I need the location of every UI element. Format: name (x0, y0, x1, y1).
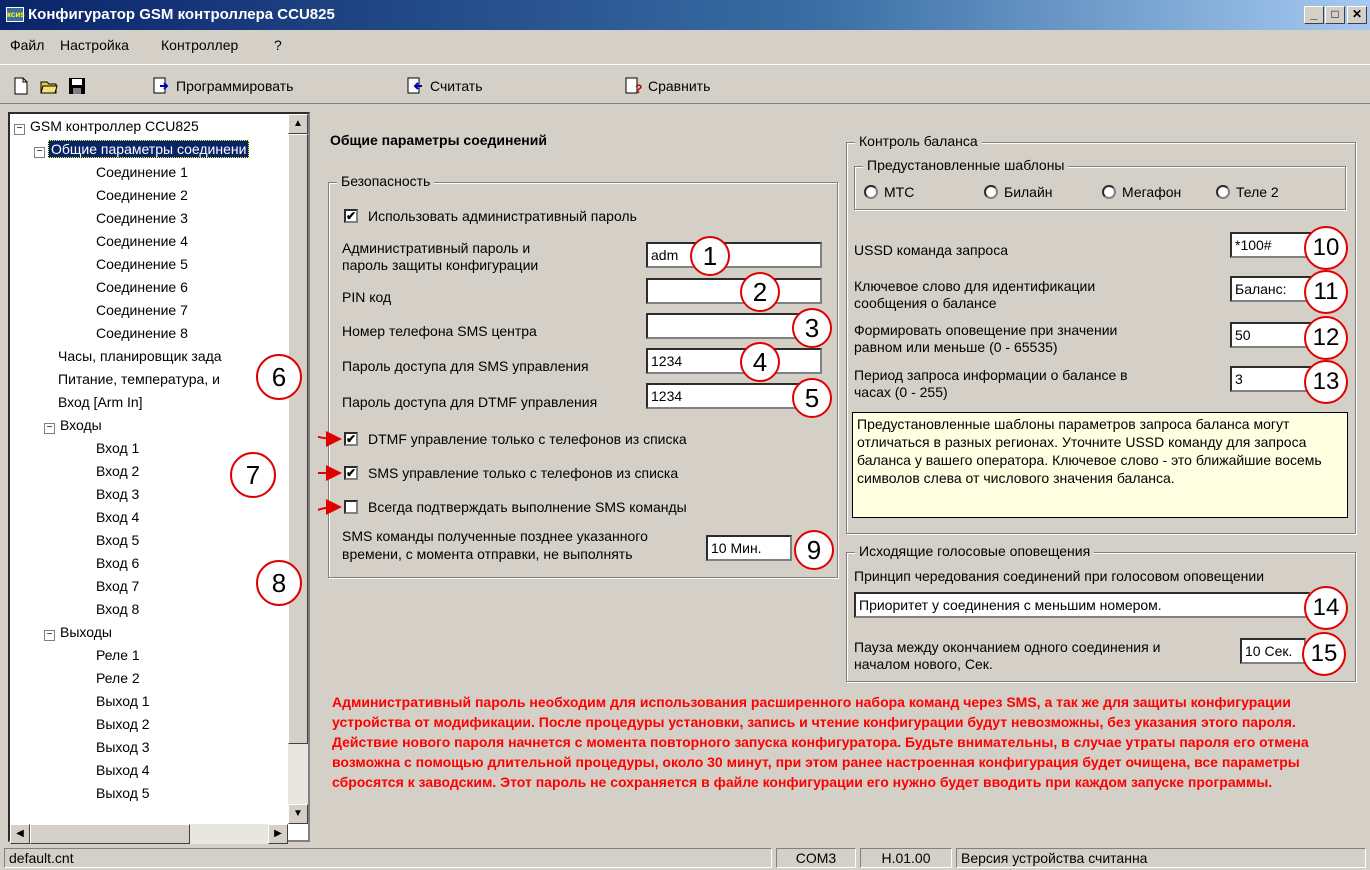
title-bar: ксиs Конфигуратор GSM контроллера CCU825… (0, 0, 1370, 30)
arrow-6 (318, 430, 342, 447)
menu-help[interactable]: ? (274, 37, 282, 53)
badge-11: 11 (1304, 270, 1348, 314)
tree-item-connection[interactable]: Соединение 2 (96, 185, 188, 207)
tree-item-output[interactable]: Выход 5 (96, 783, 150, 805)
badge-2: 2 (740, 272, 780, 312)
tree-item-connection[interactable]: Соединение 5 (96, 254, 188, 276)
tree-item-connection[interactable]: Соединение 7 (96, 300, 188, 322)
tree-item-input[interactable]: Вход 4 (96, 507, 139, 529)
scroll-thumb-horizontal[interactable] (30, 824, 190, 844)
tree-item-output[interactable]: Выход 2 (96, 714, 150, 736)
tree-item-input[interactable]: Вход 8 (96, 599, 139, 621)
scroll-up-icon[interactable]: ▲ (288, 114, 308, 134)
badge-14: 14 (1304, 586, 1348, 630)
badge-6: 6 (256, 354, 302, 400)
tree-item-output[interactable]: Реле 1 (96, 645, 140, 667)
tree-item-outputs[interactable]: − Выходы (44, 622, 114, 644)
status-version: H.01.00 (860, 848, 952, 868)
tree-item-connection[interactable]: Соединение 3 (96, 208, 188, 230)
status-port: COM3 (776, 848, 856, 868)
compare-label: Сравнить (648, 78, 711, 94)
tree-item-input[interactable]: Вход 3 (96, 484, 139, 506)
badge-5: 5 (792, 378, 832, 418)
maximize-button[interactable]: □ (1325, 6, 1345, 24)
tree-item-input[interactable]: Вход 7 (96, 576, 139, 598)
badge-1: 1 (690, 236, 730, 276)
scroll-thumb[interactable] (288, 134, 308, 744)
save-icon[interactable] (68, 77, 86, 95)
tree-item-root[interactable]: − GSM контроллер CCU825 (14, 116, 201, 138)
tree-horizontal-scrollbar[interactable]: ◀ ▶ (10, 824, 288, 844)
tree-item-arm-in[interactable]: Вход [Arm In] (58, 392, 143, 414)
new-file-icon[interactable] (12, 77, 30, 95)
toolbar: Программировать Считать ? Сравнить (0, 64, 1370, 104)
tree-item-output[interactable]: Выход 4 (96, 760, 150, 782)
svg-text:?: ? (635, 82, 642, 95)
window-title: Конфигуратор GSM контроллера CCU825 (28, 6, 335, 23)
badge-10: 10 (1304, 226, 1348, 270)
main-panel: Общие параметры соединений Безопасность … (318, 112, 1363, 842)
tree-item-connection[interactable]: Соединение 6 (96, 277, 188, 299)
badge-4: 4 (740, 342, 780, 382)
scroll-left-icon[interactable]: ◀ (10, 824, 30, 844)
badge-15: 15 (1302, 632, 1346, 676)
menu-file[interactable]: Файл (10, 37, 44, 53)
status-bar: default.cnt COM3 H.01.00 Версия устройст… (0, 846, 1370, 870)
tree-item-power[interactable]: Питание, температура, и (58, 369, 220, 391)
program-button[interactable]: Программировать (152, 75, 293, 97)
tree-item-input[interactable]: Вход 2 (96, 461, 139, 483)
tree-item-input[interactable]: Вход 5 (96, 530, 139, 552)
badge-13: 13 (1304, 360, 1348, 404)
status-file: default.cnt (4, 848, 772, 868)
menu-controller[interactable]: Контроллер (161, 37, 238, 53)
tree-item-inputs[interactable]: − Входы (44, 415, 104, 437)
collapse-icon[interactable]: − (14, 124, 25, 135)
tree-item-input[interactable]: Вход 6 (96, 553, 139, 575)
tree-item-connection[interactable]: Соединение 8 (96, 323, 188, 345)
program-icon (153, 77, 169, 94)
program-label: Программировать (176, 78, 294, 94)
tree-item-output[interactable]: Реле 2 (96, 668, 140, 690)
arrow-8 (318, 499, 342, 516)
tree-vertical-scrollbar[interactable]: ▲ ▼ (288, 114, 308, 824)
badge-8: 8 (256, 560, 302, 606)
tree-item-output[interactable]: Выход 1 (96, 691, 150, 713)
tree-item-connection[interactable]: Соединение 4 (96, 231, 188, 253)
close-button[interactable]: ✕ (1347, 6, 1367, 24)
status-message: Версия устройства считанна (956, 848, 1366, 868)
read-button[interactable]: Считать (406, 75, 483, 97)
badge-12: 12 (1304, 316, 1348, 360)
minimize-button[interactable]: _ (1304, 6, 1324, 24)
menu-bar: Файл Настройка Контроллер ? (0, 34, 1370, 56)
app-icon: ксиs (6, 7, 25, 22)
collapse-icon[interactable]: − (44, 423, 55, 434)
badge-9: 9 (794, 530, 834, 570)
tree-item-general[interactable]: − Общие параметры соединени (34, 139, 250, 161)
scroll-down-icon[interactable]: ▼ (288, 804, 308, 824)
scroll-right-icon[interactable]: ▶ (268, 824, 288, 844)
badge-3: 3 (792, 308, 832, 348)
collapse-icon[interactable]: − (34, 147, 45, 158)
open-folder-icon[interactable] (40, 77, 58, 95)
read-label: Считать (430, 78, 483, 94)
tree-item-clock[interactable]: Часы, планировщик зада (58, 346, 222, 368)
compare-icon: ? (625, 77, 642, 95)
tree-item-input[interactable]: Вход 1 (96, 438, 139, 460)
menu-settings[interactable]: Настройка (60, 37, 129, 53)
annotation-arrows (318, 430, 342, 516)
collapse-icon[interactable]: − (44, 630, 55, 641)
read-icon (407, 77, 422, 94)
compare-button[interactable]: ? Сравнить (624, 75, 710, 97)
tree-item-connection[interactable]: Соединение 1 (96, 162, 188, 184)
tree-item-output[interactable]: Выход 3 (96, 737, 150, 759)
badge-7: 7 (230, 452, 276, 498)
